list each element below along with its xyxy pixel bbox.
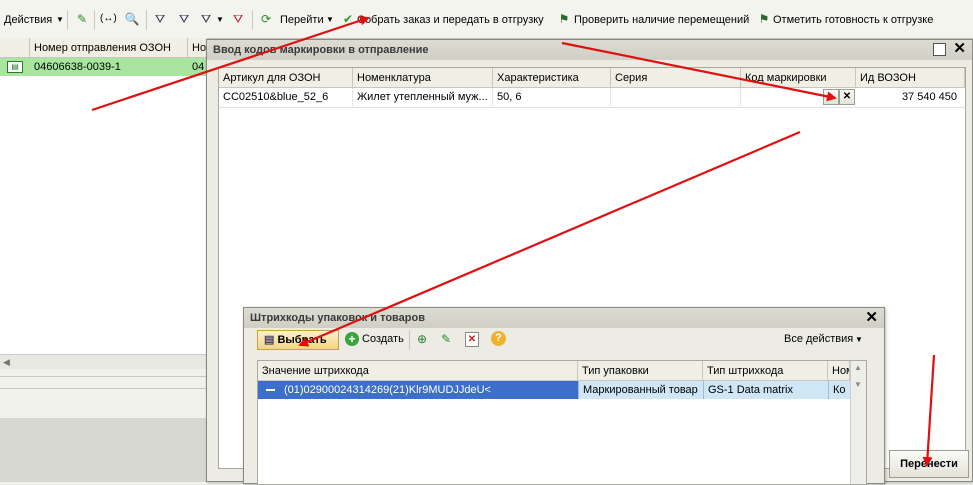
annotation-arrow-3 (298, 130, 801, 347)
annotation-arrows (91, 15, 936, 467)
annotation-arrow-1 (91, 15, 370, 112)
annotation-arrow-4 (922, 354, 936, 467)
annotation-arrow-2 (561, 41, 837, 102)
